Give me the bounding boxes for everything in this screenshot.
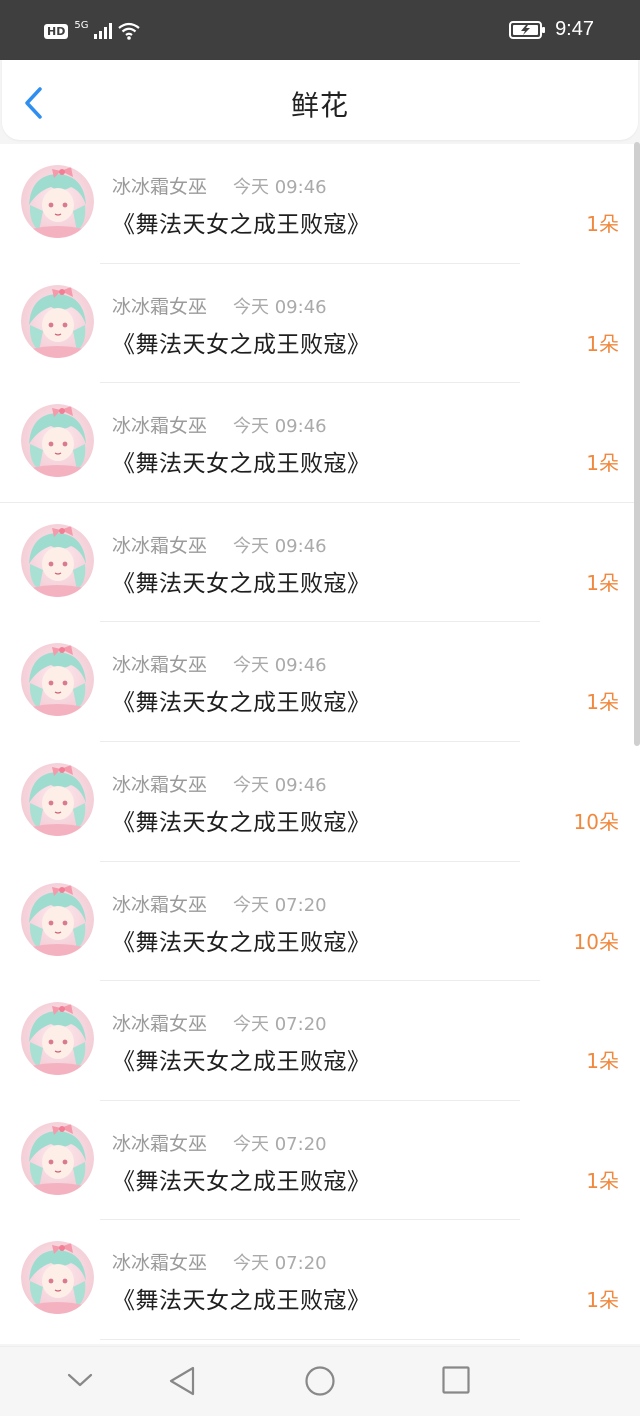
scrollbar[interactable]	[634, 142, 640, 746]
sender-name: 冰冰霜女巫	[112, 176, 208, 198]
list-item[interactable]: 冰冰霜女巫 今天 09:46 《舞法天女之成王败寇》 1朵	[0, 622, 640, 742]
avatar[interactable]	[21, 1002, 94, 1076]
avatar-image	[21, 1121, 94, 1195]
page-title: 鲜花	[290, 89, 349, 122]
flower-count: 1朵	[586, 1168, 619, 1193]
avatar-image	[21, 165, 94, 238]
avatar-image	[21, 882, 94, 956]
work-title: 《舞法天女之成王败寇》	[112, 1288, 371, 1315]
list-item[interactable]: 冰冰霜女巫 今天 09:46 《舞法天女之成王败寇》 1朵	[0, 264, 640, 384]
status-bar: HD 5G 9:47	[0, 0, 640, 60]
work-title: 《舞法天女之成王败寇》	[112, 809, 371, 836]
work-title: 《舞法天女之成王败寇》	[112, 690, 371, 717]
timestamp: 今天 09:46	[233, 177, 327, 198]
system-nav-bar	[0, 1346, 640, 1416]
flower-count: 1朵	[586, 1049, 619, 1074]
sender-name: 冰冰霜女巫	[112, 654, 208, 677]
avatar-image	[21, 404, 94, 478]
sender-name: 冰冰霜女巫	[112, 415, 208, 438]
list-item[interactable]: 冰冰霜女巫 今天 09:46 《舞法天女之成王败寇》 1朵	[0, 503, 640, 623]
flower-count: 1朵	[586, 570, 619, 595]
home-circle-icon	[305, 1366, 335, 1396]
work-title: 《舞法天女之成王败寇》	[112, 570, 371, 597]
avatar[interactable]	[21, 1241, 94, 1315]
work-title: 《舞法天女之成王败寇》	[112, 1049, 371, 1076]
avatar-image	[21, 643, 94, 717]
flower-count: 1朵	[586, 212, 619, 236]
work-title: 《舞法天女之成王败寇》	[112, 212, 371, 238]
timestamp: 今天 09:46	[233, 774, 327, 796]
list-item[interactable]: 冰冰霜女巫 今天 07:20 《舞法天女之成王败寇》 1朵	[0, 981, 640, 1101]
flower-count: 1朵	[586, 331, 619, 356]
back-triangle-icon	[169, 1366, 195, 1396]
divider	[100, 1338, 520, 1340]
nav-home-button[interactable]	[304, 1365, 336, 1401]
avatar[interactable]	[21, 404, 94, 478]
work-title: 《舞法天女之成王败寇》	[112, 929, 371, 956]
flower-count: 10朵	[573, 929, 619, 954]
chevron-down-icon	[67, 1373, 93, 1387]
flower-count: 1朵	[586, 1288, 619, 1313]
wifi-icon	[118, 22, 141, 40]
timestamp: 今天 07:20	[233, 1133, 327, 1155]
timestamp: 今天 09:46	[233, 296, 327, 318]
timestamp: 今天 07:20	[233, 894, 327, 916]
network-type: 5G	[74, 19, 89, 31]
sender-name: 冰冰霜女巫	[112, 1252, 208, 1275]
list-item[interactable]: 冰冰霜女巫 今天 09:46 《舞法天女之成王败寇》 1朵	[0, 383, 640, 503]
work-title: 《舞法天女之成王败寇》	[112, 451, 371, 478]
avatar-image	[21, 762, 94, 836]
avatar-image	[21, 1241, 94, 1315]
work-title: 《舞法天女之成王败寇》	[112, 331, 371, 358]
hd-badge: HD	[44, 23, 69, 39]
status-clock: 9:47	[555, 18, 594, 40]
list-item[interactable]: 冰冰霜女巫 今天 09:46 《舞法天女之成王败寇》 10朵	[0, 742, 640, 862]
avatar-image	[21, 523, 94, 597]
sender-name: 冰冰霜女巫	[112, 534, 208, 557]
list-item[interactable]: 冰冰霜女巫 今天 07:20 《舞法天女之成王败寇》 1朵	[0, 1220, 640, 1340]
sender-name: 冰冰霜女巫	[112, 893, 208, 916]
list-item[interactable]: 冰冰霜女巫 今天 07:20 《舞法天女之成王败寇》 1朵	[0, 1101, 640, 1221]
avatar-image	[21, 1002, 94, 1076]
avatar[interactable]	[21, 643, 94, 717]
avatar[interactable]	[21, 882, 94, 956]
avatar[interactable]	[21, 762, 94, 836]
avatar[interactable]	[21, 165, 94, 238]
nav-collapse-button[interactable]	[66, 1371, 94, 1393]
sender-name: 冰冰霜女巫	[112, 295, 208, 318]
work-title: 《舞法天女之成王败寇》	[112, 1168, 371, 1195]
flower-list[interactable]: 冰冰霜女巫 今天 09:46 《舞法天女之成王败寇》 1朵 冰冰霜女巫 今天 0…	[0, 144, 640, 1344]
signal-icon	[94, 23, 113, 39]
status-left: HD 5G	[44, 19, 141, 40]
timestamp: 今天 09:46	[233, 535, 327, 557]
flower-count: 1朵	[586, 451, 619, 476]
list-item[interactable]: 冰冰霜女巫 今天 07:20 《舞法天女之成王败寇》 10朵	[0, 862, 640, 982]
sender-name: 冰冰霜女巫	[112, 1013, 208, 1036]
list-item[interactable]: 冰冰霜女巫 今天 09:46 《舞法天女之成王败寇》 1朵	[0, 144, 640, 264]
avatar[interactable]	[21, 1121, 94, 1195]
avatar-image	[21, 284, 94, 358]
recents-square-icon	[442, 1366, 470, 1394]
nav-back-button[interactable]	[168, 1365, 196, 1401]
sender-name: 冰冰霜女巫	[112, 773, 208, 796]
battery-charging-icon	[509, 20, 546, 39]
timestamp: 今天 09:46	[233, 655, 327, 677]
sender-name: 冰冰霜女巫	[112, 1132, 208, 1155]
flower-count: 1朵	[586, 690, 619, 715]
app-header: 鲜花	[2, 60, 638, 140]
timestamp: 今天 07:20	[233, 1014, 327, 1036]
flower-count: 10朵	[573, 809, 619, 834]
avatar[interactable]	[21, 523, 94, 597]
nav-recents-button[interactable]	[441, 1365, 471, 1399]
timestamp: 今天 09:46	[233, 416, 327, 438]
status-right: 9:47	[509, 18, 594, 41]
avatar[interactable]	[21, 284, 94, 358]
timestamp: 今天 07:20	[233, 1253, 327, 1275]
